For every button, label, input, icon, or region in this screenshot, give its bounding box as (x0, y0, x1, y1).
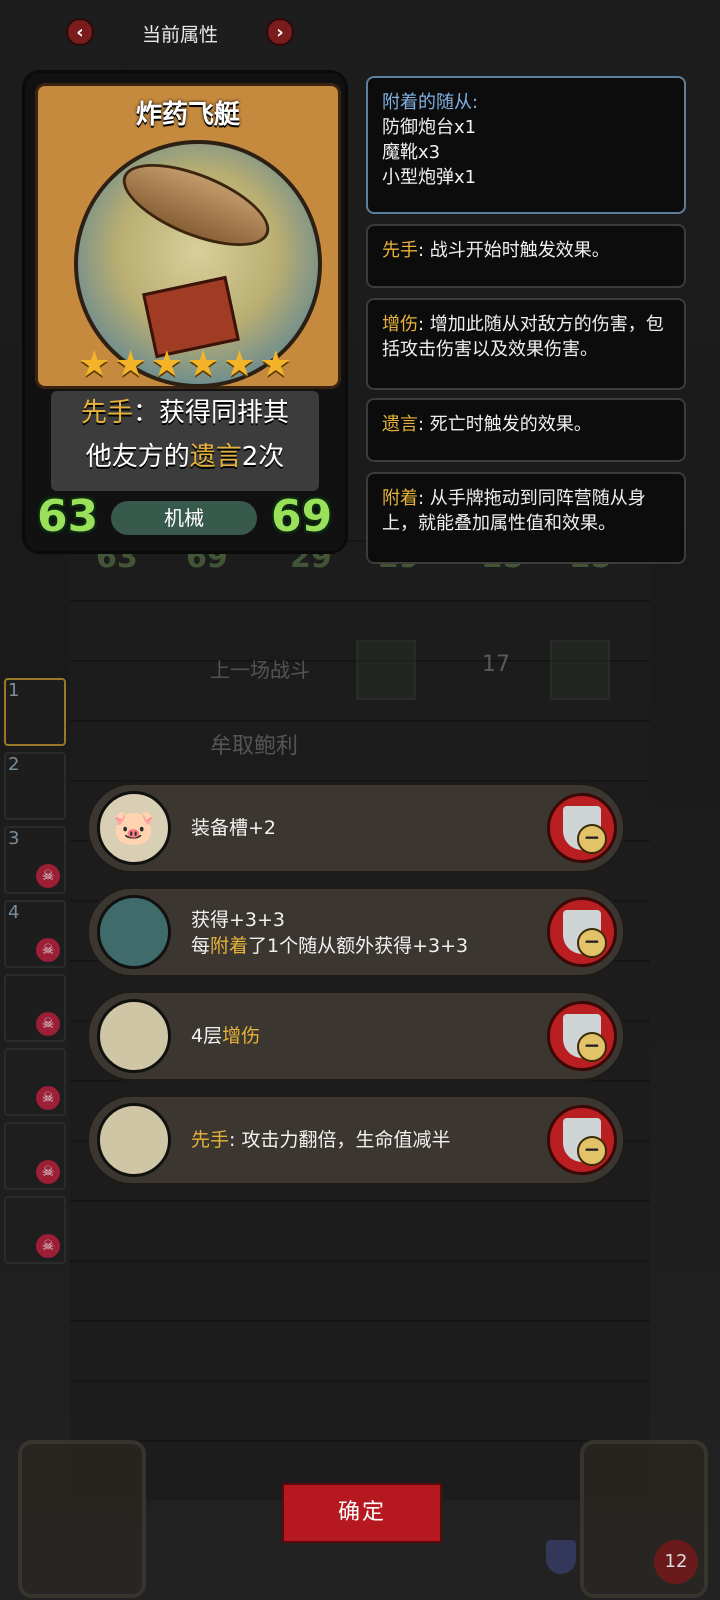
spoil-text: 先手: 攻击力翻倍，生命值减半 (191, 1129, 451, 1151)
deathrattle-panel: 遗言: 死亡时触发的效果。 (366, 398, 686, 462)
minus-icon: − (577, 824, 607, 854)
star-icon: ★ (259, 344, 292, 385)
side-slot-3[interactable]: 3 ☠ (4, 826, 66, 894)
star-icon: ★ (223, 344, 256, 385)
last-fight-value: 17 (482, 652, 510, 677)
minion-card: 炸药飞艇 ★ ★ ★ ★ ★ ★ 先手：获得同排其 他友方的遗言2次 63 机械… (22, 70, 348, 554)
star-icon: ★ (150, 344, 183, 385)
health-value: 69 (271, 491, 333, 542)
skull-icon: ☠ (36, 1234, 60, 1258)
airship-icon (112, 147, 280, 263)
skull-icon: ☠ (36, 1086, 60, 1110)
effect-line-1: 先手：获得同排其 (80, 398, 290, 428)
skull-icon: ☠ (36, 1012, 60, 1036)
minus-icon: − (577, 1136, 607, 1166)
pig-icon: 🐷 (97, 791, 171, 865)
attached-item: 魔靴x3 (382, 142, 441, 163)
remove-spoil-button[interactable]: − (547, 1001, 617, 1071)
side-slot-7[interactable]: ☠ (4, 1122, 66, 1190)
armor-shield-icon (546, 1540, 576, 1574)
left-hero-portrait[interactable] (18, 1440, 146, 1598)
attack-value: 63 (37, 491, 99, 542)
shield-icon: − (563, 1118, 607, 1166)
chevron-right-icon: › (276, 21, 284, 43)
last-fight-label: 上一场战斗 (210, 658, 310, 682)
spoil-row-2: 获得+3+3 每附着了1个随从额外获得+3+3 − (86, 886, 626, 978)
attached-minions-panel: 附着的随从: 防御炮台x1 魔靴x3 小型炮弹x1 (366, 76, 686, 214)
side-slot-1[interactable]: 1 (4, 678, 66, 746)
spoil-row-1: 🐷 装备槽+2 − (86, 782, 626, 874)
card-effect: 先手：获得同排其 他友方的遗言2次 (51, 391, 319, 491)
attached-title: 附着的随从: (382, 92, 479, 113)
spoil-row-4: 先手: 攻击力翻倍，生命值减半 − (86, 1094, 626, 1186)
remove-spoil-button[interactable]: − (547, 897, 617, 967)
attached-item: 小型炮弹x1 (382, 167, 477, 188)
skull-icon: ☠ (36, 864, 60, 888)
amplify-panel: 增伤: 增加此随从对敌方的伤害，包括攻击伤害以及效果伤害。 (366, 298, 686, 390)
enemy-skull-icon (550, 640, 610, 700)
effect-line-2: 他友方的遗言2次 (85, 442, 285, 472)
minus-icon: − (577, 928, 607, 958)
page-title: 当前属性 (141, 24, 218, 46)
star-icon: ★ (78, 344, 111, 385)
shield-icon: − (563, 1014, 607, 1062)
minus-icon: − (577, 1032, 607, 1062)
star-icon: ★ (114, 344, 147, 385)
star-rating: ★ ★ ★ ★ ★ ★ (35, 345, 335, 385)
spoils-title: 牟取鲍利 (210, 734, 299, 759)
remove-spoil-button[interactable]: − (547, 1105, 617, 1175)
next-button[interactable]: › (266, 18, 294, 46)
side-slot-2[interactable]: 2 (4, 752, 66, 820)
level-badge: 12 (654, 1540, 698, 1584)
side-slot-4[interactable]: 4 ☠ (4, 900, 66, 968)
card-name: 炸药飞艇 (135, 100, 240, 130)
tribe-badge: 机械 (111, 501, 257, 535)
side-slot-8[interactable]: ☠ (4, 1196, 66, 1264)
claw-icon (97, 895, 171, 969)
attach-panel: 附着: 从手牌拖动到同阵营随从身上，就能叠加属性值和效果。 (366, 472, 686, 564)
confirm-button[interactable]: 确定 (282, 1483, 442, 1543)
remove-spoil-button[interactable]: − (547, 793, 617, 863)
shield-icon: − (563, 806, 607, 854)
wing-icon (97, 999, 171, 1073)
blade-icon (97, 1103, 171, 1177)
side-slot-5[interactable]: ☠ (4, 974, 66, 1042)
spoil-text: 装备槽+2 (191, 817, 277, 839)
attached-item: 防御炮台x1 (382, 117, 477, 138)
spoil-text: 4层增伤 (191, 1025, 261, 1047)
star-icon: ★ (187, 344, 220, 385)
spoil-text: 获得+3+3 每附着了1个随从额外获得+3+3 (191, 909, 469, 957)
side-slot-6[interactable]: ☠ (4, 1048, 66, 1116)
last-fight-row: 上一场战斗 17 (90, 640, 630, 700)
spoil-row-3: 4层增伤 − (86, 990, 626, 1082)
shield-icon: − (563, 910, 607, 958)
skull-icon: ☠ (36, 1160, 60, 1184)
own-minion-icon (356, 640, 416, 700)
first-strike-panel: 先手: 战斗开始时触发效果。 (366, 224, 686, 288)
skull-icon: ☠ (36, 938, 60, 962)
header: ‹ 当前属性 › (0, 0, 720, 64)
